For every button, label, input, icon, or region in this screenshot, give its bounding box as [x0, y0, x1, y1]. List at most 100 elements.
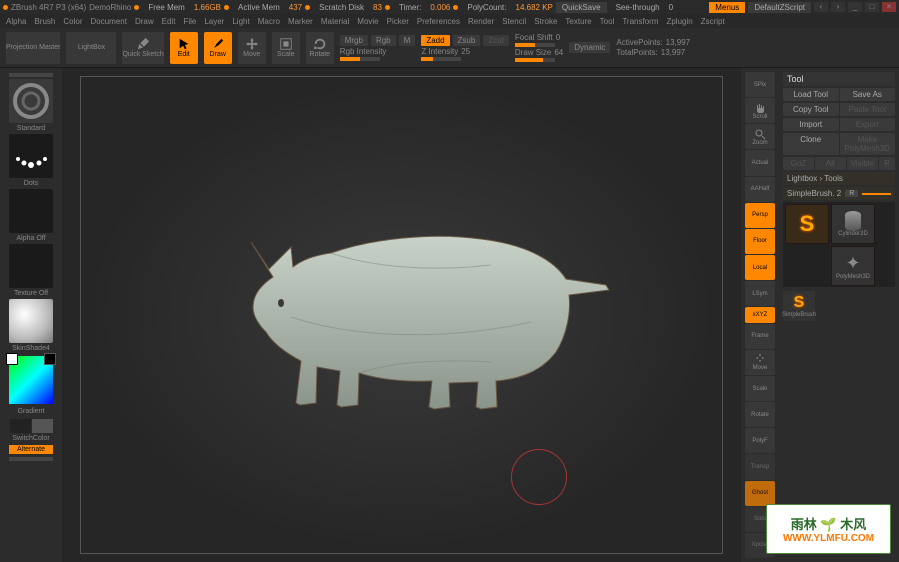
goz-visible-button[interactable]: Visible	[847, 157, 878, 170]
mrgb-toggle[interactable]: Mrgb	[340, 35, 368, 46]
collapse-button[interactable]: ‹	[814, 2, 828, 12]
menu-stencil[interactable]: Stencil	[499, 17, 529, 26]
quicksave-button[interactable]: QuickSave	[556, 2, 607, 13]
brush-thumb[interactable]	[9, 79, 53, 123]
alternate-button[interactable]: Alternate	[9, 445, 53, 454]
polyf-button[interactable]: PolyF	[745, 428, 775, 453]
z-intensity-slider[interactable]	[421, 57, 461, 61]
export-button[interactable]: Export	[840, 118, 896, 131]
load-tool-button[interactable]: Load Tool	[783, 88, 839, 101]
tool-simplebrush[interactable]: S	[785, 204, 829, 244]
color-picker[interactable]	[9, 356, 53, 404]
lsym-button[interactable]: LSym	[745, 281, 775, 306]
tool-polymesh3d[interactable]: ✦PolyMesh3D	[831, 246, 875, 286]
m-toggle[interactable]: M	[399, 35, 416, 46]
transp-button[interactable]: Transp	[745, 454, 775, 479]
menu-marker[interactable]: Marker	[285, 17, 316, 26]
vp-scale-button[interactable]: Scale	[745, 376, 775, 401]
draw-button[interactable]: Draw	[204, 32, 232, 64]
frame-button[interactable]: Frame	[745, 324, 775, 349]
spix-button[interactable]: SPix	[745, 72, 775, 97]
lightbox-tools-header[interactable]: Lightbox › Tools	[783, 172, 895, 185]
minimize-button[interactable]: _	[848, 2, 862, 12]
menu-picker[interactable]: Picker	[384, 17, 412, 26]
zsub-toggle[interactable]: Zsub	[453, 35, 481, 46]
actual-button[interactable]: Actual	[745, 150, 775, 175]
left-slider[interactable]	[9, 73, 53, 77]
close-button[interactable]: ×	[882, 2, 896, 12]
focal-shift-slider[interactable]	[515, 43, 555, 47]
maximize-button[interactable]: □	[865, 2, 879, 12]
menu-render[interactable]: Render	[465, 17, 497, 26]
tool-cylinder3d[interactable]: Cylinder3D	[831, 204, 875, 244]
menu-layer[interactable]: Layer	[201, 17, 227, 26]
scroll-button[interactable]: Scroll	[745, 98, 775, 123]
alpha-thumb[interactable]	[9, 189, 53, 233]
draw-size-slider[interactable]	[515, 58, 555, 62]
menu-macro[interactable]: Macro	[255, 17, 283, 26]
stroke-thumb[interactable]	[9, 134, 53, 178]
menu-alpha[interactable]: Alpha	[3, 17, 29, 26]
floor-button[interactable]: Floor	[745, 229, 775, 254]
clone-button[interactable]: Clone	[783, 133, 839, 155]
scale-button[interactable]: Scale	[272, 32, 300, 64]
edit-button[interactable]: Edit	[170, 32, 198, 64]
r-button[interactable]: R	[845, 190, 858, 197]
aahalf-button[interactable]: AAHalf	[745, 177, 775, 202]
vp-rotate-button[interactable]: Rotate	[745, 402, 775, 427]
swatch-secondary[interactable]	[32, 419, 53, 433]
rgb-intensity-slider[interactable]	[340, 57, 380, 61]
local-button[interactable]: Local	[745, 255, 775, 280]
color-swatches[interactable]	[10, 419, 53, 433]
viewport[interactable]	[80, 76, 723, 554]
menu-texture[interactable]: Texture	[562, 17, 594, 26]
default-script-button[interactable]: DefaultZScript	[748, 2, 811, 13]
rgb-toggle[interactable]: Rgb	[371, 35, 396, 46]
menu-document[interactable]: Document	[88, 17, 130, 26]
menu-movie[interactable]: Movie	[354, 17, 381, 26]
texture-thumb[interactable]	[9, 244, 53, 288]
menu-zplugin[interactable]: Zplugin	[663, 17, 695, 26]
menu-light[interactable]: Light	[229, 17, 252, 26]
material-thumb[interactable]	[9, 299, 53, 343]
menu-file[interactable]: File	[180, 17, 199, 26]
menu-brush[interactable]: Brush	[31, 17, 58, 26]
rhino-model[interactable]	[191, 177, 611, 437]
zoom-button[interactable]: Zoom	[745, 124, 775, 149]
menu-transform[interactable]: Transform	[619, 17, 661, 26]
make-polymesh-button[interactable]: Make PolyMesh3D	[840, 133, 896, 155]
menus-button[interactable]: Menus	[709, 2, 745, 13]
goz-button[interactable]: GoZ	[783, 157, 814, 170]
persp-button[interactable]: Persp	[745, 203, 775, 228]
xyz-button[interactable]: xXYZ	[745, 307, 775, 322]
lightbox-button[interactable]: LightBox	[66, 32, 116, 64]
quicksketch-button[interactable]: Quick Sketch	[122, 32, 163, 64]
swatch-main[interactable]	[10, 419, 31, 433]
menu-tool[interactable]: Tool	[597, 17, 618, 26]
move-button[interactable]: Move	[238, 32, 266, 64]
rotate-button[interactable]: Rotate	[306, 32, 334, 64]
menu-zscript[interactable]: Zscript	[698, 17, 728, 26]
dynamic-toggle[interactable]: Dynamic	[569, 42, 610, 53]
ghost-button[interactable]: Ghost	[745, 481, 775, 506]
menu-draw[interactable]: Draw	[132, 17, 157, 26]
zadd-toggle[interactable]: Zadd	[421, 35, 449, 46]
menu-stroke[interactable]: Stroke	[531, 17, 560, 26]
copy-tool-button[interactable]: Copy Tool	[783, 103, 839, 116]
goz-r-button[interactable]: R	[879, 157, 895, 170]
projection-master-button[interactable]: Projection Master	[6, 32, 60, 64]
active-tool-thumb[interactable]: SSimpleBrush	[783, 291, 815, 321]
left-slider-bottom[interactable]	[9, 457, 53, 461]
menu-color[interactable]: Color	[60, 17, 85, 26]
expand-button[interactable]: ›	[831, 2, 845, 12]
menu-edit[interactable]: Edit	[159, 17, 179, 26]
import-button[interactable]: Import	[783, 118, 839, 131]
zcut-toggle[interactable]: Zcut	[483, 35, 509, 46]
vp-move-button[interactable]: Move	[745, 350, 775, 375]
goz-all-button[interactable]: All	[815, 157, 846, 170]
save-as-button[interactable]: Save As	[840, 88, 896, 101]
simplebrush-header[interactable]: SimpleBrush. 2R	[783, 187, 895, 200]
menu-material[interactable]: Material	[318, 17, 352, 26]
menu-preferences[interactable]: Preferences	[414, 17, 463, 26]
paste-tool-button[interactable]: Paste Tool	[840, 103, 896, 116]
